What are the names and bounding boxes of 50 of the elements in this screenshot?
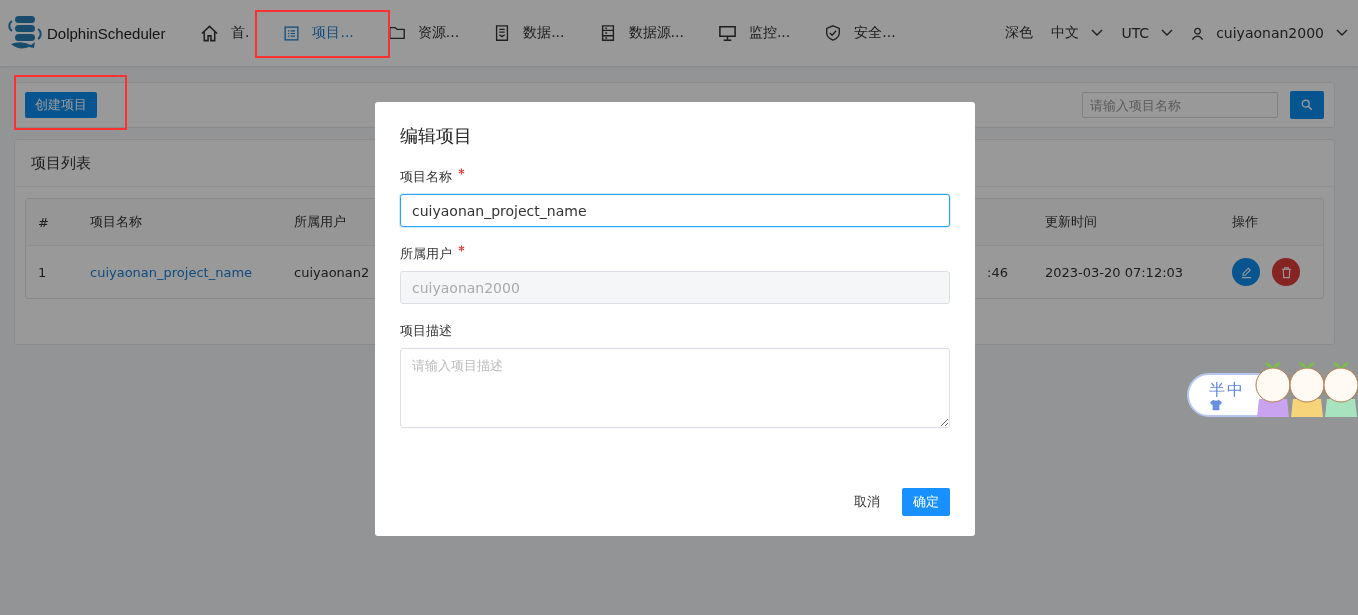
description-field[interactable]: 请输入项目描述 [400,348,950,428]
chevron-down-icon [1161,29,1174,37]
column-header: 项目名称 [90,213,143,231]
folder-icon [387,24,406,42]
app-name: DolphinScheduler [47,24,166,42]
nav-item[interactable]: 首. [187,0,263,66]
nav-item[interactable]: 监控... [704,0,804,66]
column-header: 所属用户 [294,213,347,231]
language-select[interactable]: 中文 [1051,24,1104,42]
width-mode-toggle[interactable]: 半 [1209,381,1225,399]
table-cell-text: :46 [986,264,1009,280]
language-toggle[interactable]: 中 [1227,381,1243,399]
column-header: # [38,214,50,230]
table-cell-text: 2023-03-20 07:12:03 [1045,264,1185,280]
nav-item[interactable]: 安全... [811,0,909,66]
search-button[interactable] [1290,91,1324,119]
nav-item[interactable]: 数据源... [585,0,697,66]
confirm-button[interactable]: 确定 [902,488,950,516]
shirt-icon [1209,399,1223,411]
table-cell-text: cuiyaonan2 [294,264,371,280]
search-icon [1301,99,1313,111]
user-icon [1191,26,1205,40]
shield-icon [824,24,843,42]
nav-item[interactable]: 资源... [374,0,473,66]
text-field[interactable]: cuiyaonan_project_name [400,194,950,227]
theme-toggle[interactable]: 深色 [1005,24,1034,42]
field-label: 所属用户 [400,245,452,263]
project-link[interactable]: cuiyaonan_project_name [90,264,253,280]
timezone-select[interactable]: UTC [1121,25,1174,41]
user-menu[interactable]: cuiyaonan2000 [1191,25,1348,41]
edit-button[interactable] [1232,258,1260,286]
required-asterisk-icon [458,168,465,175]
cancel-button[interactable]: 取消 [842,488,892,516]
column-header: 操作 [1232,213,1259,231]
pencil-icon [1239,265,1253,279]
chevron-down-icon [1091,29,1104,37]
monitor-icon [717,23,737,43]
input-method-toolbar[interactable]: 半中 [1187,355,1358,417]
list-icon [283,24,301,42]
field-label: 项目名称 [400,168,452,186]
nav-item[interactable]: 数据... [480,0,578,66]
delete-button[interactable] [1272,258,1300,286]
home-icon [200,23,219,43]
chevron-down-icon [1336,29,1348,37]
field-label: 项目描述 [400,322,452,340]
trash-icon [1279,265,1293,279]
table-cell-text: 1 [38,264,48,280]
column-header: 更新时间 [1045,213,1098,231]
nav-item[interactable]: 项目... [270,0,367,66]
required-asterisk-icon [458,245,465,252]
